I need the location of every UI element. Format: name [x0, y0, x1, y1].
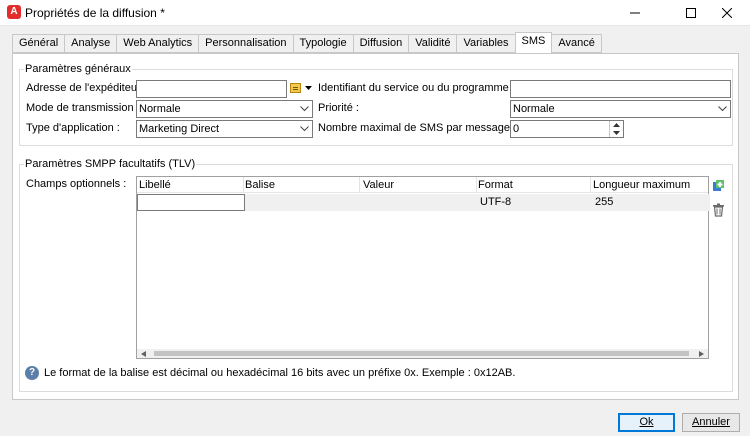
maximize-icon [686, 8, 696, 18]
application-type-value: Marketing Direct [139, 123, 220, 135]
label-cell-editor[interactable] [137, 194, 245, 211]
column-header-format[interactable]: Format [478, 179, 513, 191]
ok-button[interactable]: Ok [618, 413, 675, 432]
sender-dropdown-icon[interactable] [305, 86, 312, 91]
close-icon [722, 8, 732, 18]
transmission-mode-select[interactable]: Normale [136, 100, 313, 118]
add-icon [713, 180, 724, 191]
cancel-button-label: Annuler [692, 416, 730, 428]
column-separator[interactable] [476, 177, 477, 193]
tab-validite[interactable]: Validité [408, 34, 457, 53]
window-title: Propriétés de la diffusion * [25, 6, 165, 20]
delete-field-button[interactable] [712, 203, 725, 217]
tab-strip: Général Analyse Web Analytics Personnali… [12, 32, 602, 53]
transmission-mode-label: Mode de transmission : [26, 102, 140, 114]
tab-diffusion[interactable]: Diffusion [352, 34, 409, 53]
minimize-button[interactable] [612, 0, 658, 26]
service-id-input[interactable] [510, 80, 731, 98]
tab-sms[interactable]: SMS [514, 32, 553, 53]
tab-typologie[interactable]: Typologie [292, 34, 353, 53]
max-sms-label: Nombre maximal de SMS par message : [318, 122, 517, 134]
column-header-tag[interactable]: Balise [245, 179, 275, 191]
title-bar: A Propriétés de la diffusion * [0, 0, 750, 26]
scrollbar-thumb[interactable] [154, 351, 689, 356]
scroll-left-icon[interactable] [141, 351, 146, 357]
minimize-icon [630, 12, 640, 14]
address-book-icon[interactable] [290, 83, 301, 93]
stepper-up-icon[interactable] [610, 121, 623, 129]
tab-analyse[interactable]: Analyse [64, 34, 117, 53]
service-id-label: Identifiant du service ou du programme : [318, 82, 515, 94]
ok-button-label: Ok [639, 416, 654, 428]
column-header-label[interactable]: Libellé [139, 179, 171, 191]
sender-address-input[interactable] [136, 80, 287, 98]
priority-select[interactable]: Normale [510, 100, 731, 118]
smpp-parameters-legend: Paramètres SMPP facultatifs (TLV) [24, 158, 197, 170]
priority-value: Normale [513, 103, 555, 115]
column-header-max-length[interactable]: Longueur maximum [593, 179, 690, 191]
max-sms-value: 0 [513, 123, 520, 135]
add-field-button[interactable] [712, 179, 725, 192]
max-sms-stepper[interactable]: 0 [510, 120, 624, 138]
transmission-mode-value: Normale [139, 103, 181, 115]
format-cell[interactable]: UTF-8 [480, 196, 511, 208]
optional-fields-label: Champs optionnels : [26, 178, 127, 190]
cancel-button[interactable]: Annuler [682, 413, 740, 432]
trash-icon [713, 203, 724, 217]
scroll-right-icon[interactable] [699, 351, 704, 357]
sender-address-label: Adresse de l'expéditeur : [26, 82, 147, 94]
chevron-down-icon [717, 101, 727, 117]
column-separator[interactable] [359, 177, 360, 193]
app-logo-icon: A [7, 5, 21, 19]
general-parameters-legend: Paramètres généraux [24, 63, 132, 75]
tag-format-hint: Le format de la balise est décimal ou he… [44, 367, 516, 379]
column-separator[interactable] [590, 177, 591, 193]
tab-web-analytics[interactable]: Web Analytics [116, 34, 199, 53]
chevron-down-icon [299, 121, 309, 137]
stepper-arrows[interactable] [609, 121, 623, 137]
priority-label: Priorité : [318, 102, 359, 114]
tab-personnalisation[interactable]: Personnalisation [198, 34, 293, 53]
column-separator[interactable] [243, 177, 244, 193]
application-type-label: Type d'application : [26, 122, 120, 134]
max-length-cell[interactable]: 255 [595, 196, 613, 208]
table-header: Libellé Balise Valeur Format Longueur ma… [137, 177, 708, 193]
table-row[interactable]: UTF-8 255 [137, 194, 710, 211]
column-header-value[interactable]: Valeur [363, 179, 394, 191]
tab-variables[interactable]: Variables [456, 34, 515, 53]
chevron-down-icon [299, 101, 309, 117]
optional-fields-table[interactable]: Libellé Balise Valeur Format Longueur ma… [136, 176, 710, 359]
application-type-select[interactable]: Marketing Direct [136, 120, 313, 138]
stepper-down-icon[interactable] [610, 129, 623, 137]
tab-general[interactable]: Général [12, 34, 65, 53]
help-icon: ? [25, 366, 39, 380]
tab-avance[interactable]: Avancé [552, 34, 602, 53]
horizontal-scrollbar[interactable] [137, 349, 708, 358]
close-button[interactable] [704, 0, 750, 26]
